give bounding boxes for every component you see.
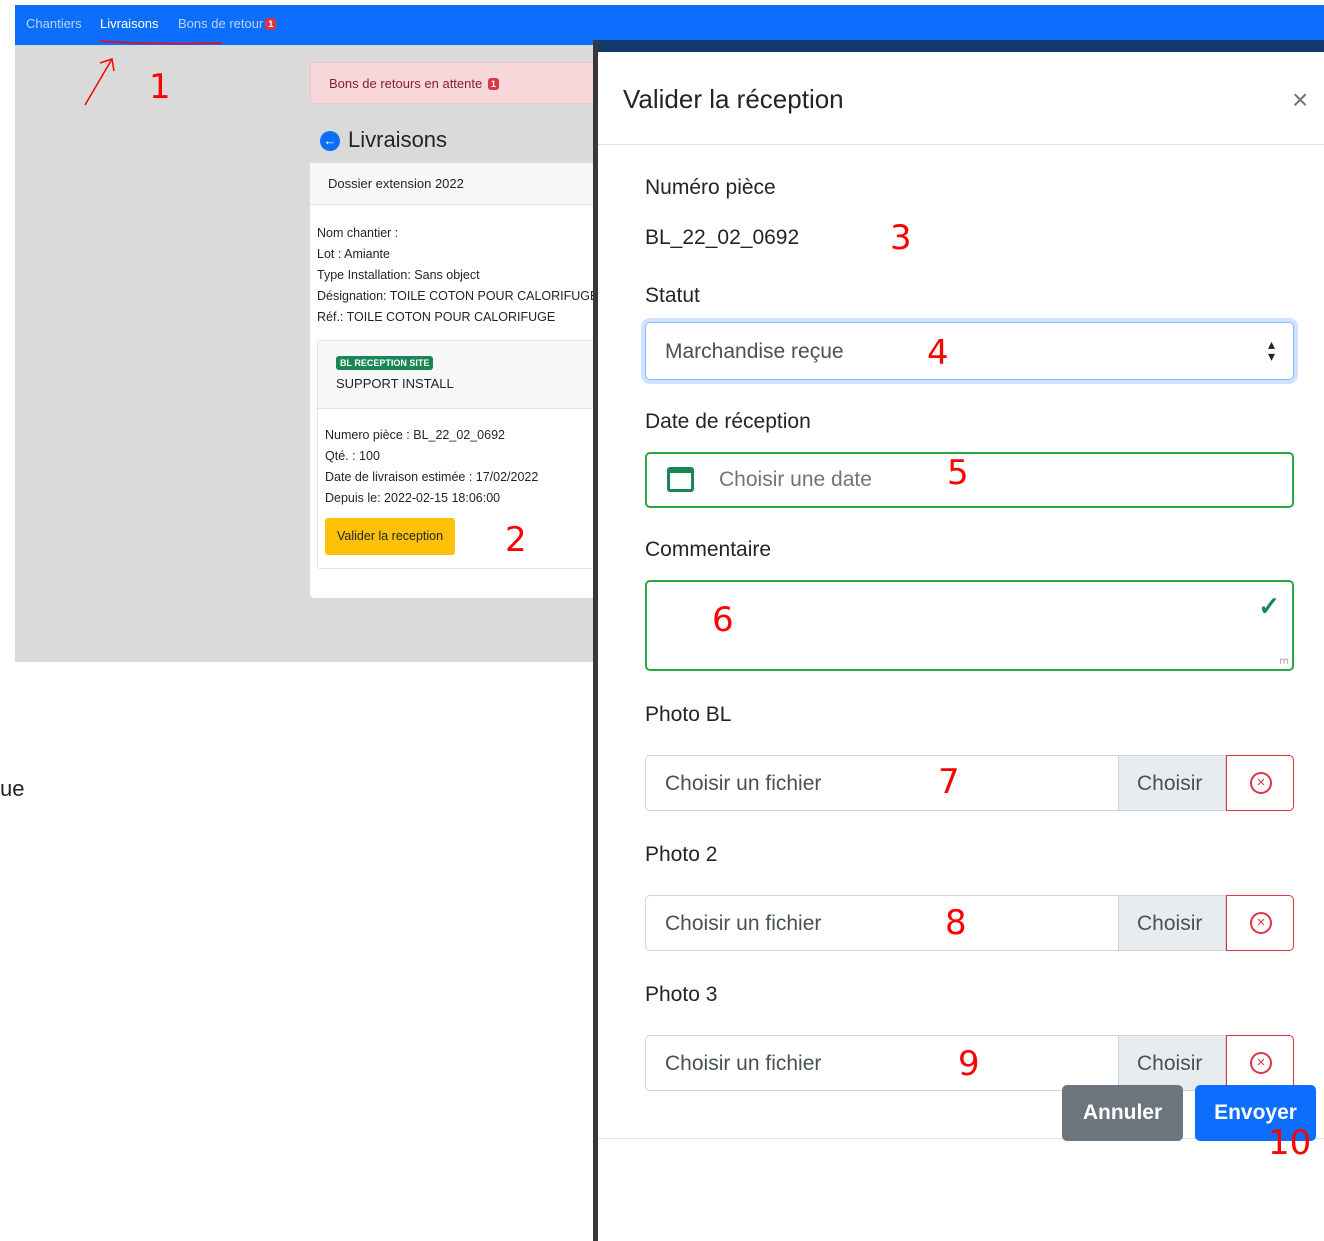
card-header: Dossier extension 2022 xyxy=(310,163,596,205)
statut-select[interactable]: Marchandise reçue ▴ ▾ xyxy=(645,322,1294,380)
sub-card-header: BL RECEPTION SITE SUPPORT INSTALL xyxy=(318,341,596,409)
reception-sub-card: BL RECEPTION SITE SUPPORT INSTALL Numero… xyxy=(317,340,596,569)
annotation-arrow-icon xyxy=(84,58,115,106)
commentaire-textarea[interactable]: ✓ ⅿ xyxy=(645,580,1294,671)
photo-2-file-group: Choisir un fichier Choisir × xyxy=(645,895,1294,951)
sub-card-line: Qté. : 100 xyxy=(325,449,380,463)
card-body: Nom chantier : Lot : Amiante Type Instal… xyxy=(310,205,596,328)
date-placeholder: Choisir une date xyxy=(719,468,872,491)
photo-3-browse-button[interactable]: Choisir xyxy=(1118,1035,1226,1091)
status-badge: BL RECEPTION SITE xyxy=(336,356,434,370)
annotation-label-3: 3 xyxy=(890,218,912,258)
sub-card-title: SUPPORT INSTALL xyxy=(336,376,454,391)
modal-backdrop-top xyxy=(598,40,1324,52)
nav-link-bons-de-retour[interactable]: Bons de retour 1 xyxy=(178,16,277,31)
annotation-label-5: 5 xyxy=(947,453,969,493)
calendar-icon[interactable] xyxy=(667,467,694,492)
statut-label: Statut xyxy=(645,284,700,307)
photo-3-clear-button[interactable]: × xyxy=(1226,1035,1294,1091)
date-reception-input[interactable]: Choisir une date xyxy=(645,452,1294,508)
resize-handle-icon[interactable]: ⅿ xyxy=(1279,656,1289,667)
check-icon: ✓ xyxy=(1258,591,1280,621)
numero-piece-value: BL_22_02_0692 xyxy=(645,226,800,249)
cancel-button[interactable]: Annuler xyxy=(1062,1085,1183,1141)
annotation-label-7: 7 xyxy=(938,762,960,802)
validate-reception-button[interactable]: Valider la reception xyxy=(325,518,456,555)
nav-link-livraisons[interactable]: Livraisons xyxy=(100,16,159,31)
sub-card-line: Date de livraison estimée : 17/02/2022 xyxy=(325,470,539,484)
card-line: Nom chantier : xyxy=(317,226,399,240)
annotation-label-9: 9 xyxy=(958,1044,980,1084)
annotation-label-2: 2 xyxy=(505,520,527,560)
pending-returns-alert[interactable]: Bons de retours en attente 1 xyxy=(310,62,596,104)
card-line: Lot : Amiante xyxy=(317,247,390,261)
close-circle-icon: × xyxy=(1250,912,1272,934)
modal-title: Valider la réception xyxy=(623,84,844,114)
card-line: Réf.: TOILE COTON POUR CALORIFUGE xyxy=(317,310,556,324)
photo-3-file-input[interactable]: Choisir un fichier xyxy=(645,1035,1118,1091)
sub-card-line: Depuis le: 2022-02-15 18:06:00 xyxy=(325,491,501,505)
annotation-label-8: 8 xyxy=(945,903,967,943)
nav-link-chantiers[interactable]: Chantiers xyxy=(26,16,82,31)
select-caret-icon: ▴ ▾ xyxy=(1267,336,1275,364)
close-circle-icon: × xyxy=(1250,1052,1272,1074)
photo-2-label: Photo 2 xyxy=(645,843,718,866)
photo-bl-file-group: Choisir un fichier Choisir × xyxy=(645,755,1294,811)
annotation-underline xyxy=(99,40,223,45)
photo-3-label: Photo 3 xyxy=(645,983,718,1006)
annotation-label-6: 6 xyxy=(712,600,734,640)
date-reception-label: Date de réception xyxy=(645,410,811,433)
photo-bl-browse-button[interactable]: Choisir xyxy=(1118,755,1226,811)
photo-bl-file-input[interactable]: Choisir un fichier xyxy=(645,755,1118,811)
statut-selected-value: Marchandise reçue xyxy=(665,340,844,363)
annotation-label-10: 10 xyxy=(1268,1123,1312,1163)
cropped-text: ue xyxy=(0,776,25,801)
alert-count-badge: 1 xyxy=(487,78,499,90)
close-circle-icon: × xyxy=(1250,772,1272,794)
delivery-card: Dossier extension 2022 Nom chantier : Lo… xyxy=(310,163,596,598)
page-title: ← Livraisons xyxy=(320,127,447,153)
annotation-label-1: 1 xyxy=(149,67,171,107)
modal-header-divider xyxy=(598,144,1324,145)
card-line: Type Installation: Sans object xyxy=(317,268,480,282)
close-icon[interactable]: × xyxy=(1292,84,1308,116)
commentaire-label: Commentaire xyxy=(645,538,772,561)
card-line: Désignation: TOILE COTON POUR CALORIFUGE xyxy=(317,289,596,303)
photo-2-clear-button[interactable]: × xyxy=(1226,895,1294,951)
back-arrow-icon[interactable]: ← xyxy=(320,131,340,151)
photo-bl-clear-button[interactable]: × xyxy=(1226,755,1294,811)
sub-card-line: Numero pièce : BL_22_02_0692 xyxy=(325,428,505,442)
app-background: Bons de retours en attente 1 ← Livraisons… xyxy=(15,45,596,662)
photo-2-file-input[interactable]: Choisir un fichier xyxy=(645,895,1118,951)
numero-piece-label: Numéro pièce xyxy=(645,176,776,199)
page-title-text: Livraisons xyxy=(348,127,448,152)
photo-2-browse-button[interactable]: Choisir xyxy=(1118,895,1226,951)
alert-text: Bons de retours en attente xyxy=(329,76,483,91)
photo-bl-label: Photo BL xyxy=(645,703,732,726)
nav-link-label: Bons de retour xyxy=(178,16,264,31)
annotation-label-4: 4 xyxy=(927,333,949,373)
nav-count-badge: 1 xyxy=(265,18,277,30)
sub-card-body: Numero pièce : BL_22_02_0692 Qté. : 100 … xyxy=(318,409,596,555)
